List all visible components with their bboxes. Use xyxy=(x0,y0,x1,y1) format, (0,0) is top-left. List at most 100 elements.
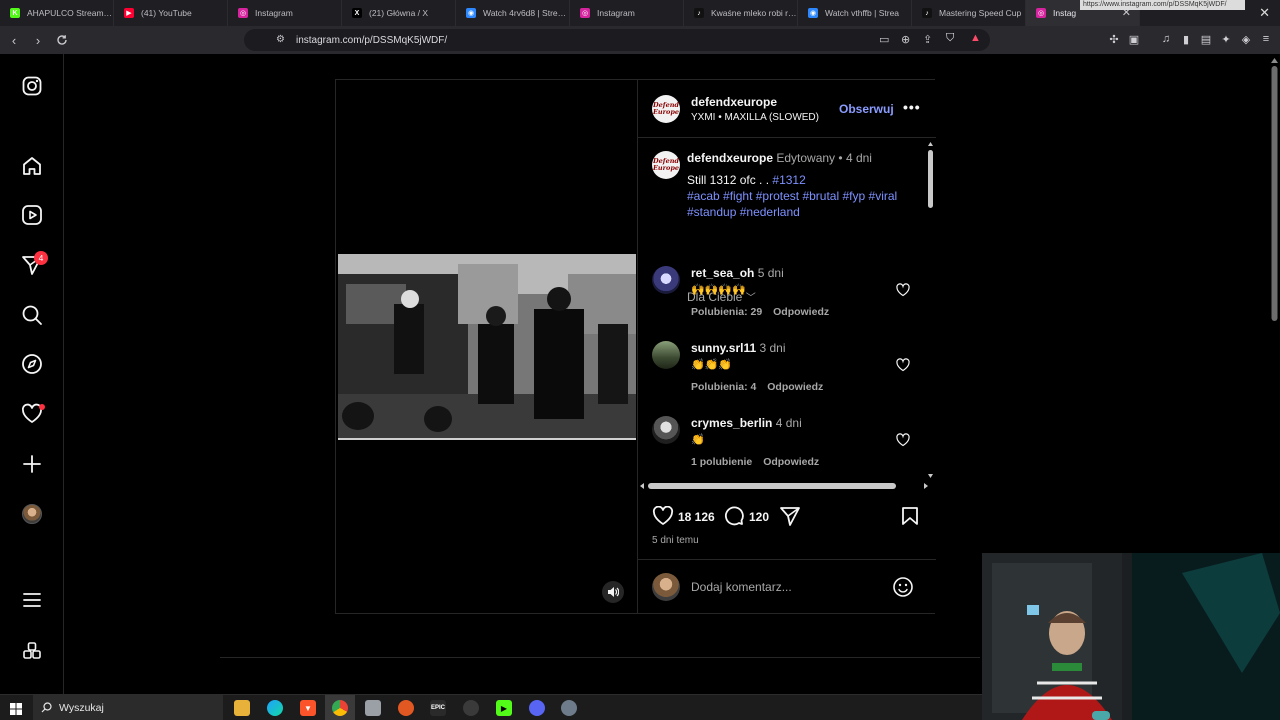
browser-tab[interactable]: ◉ Watch vthffb | Strea xyxy=(798,0,912,26)
windows-taskbar: Wyszukaj ▼ EPIC ▶ xyxy=(0,694,982,720)
comment-like-heart-icon[interactable] xyxy=(896,433,910,447)
sidebar-toggle-icon[interactable]: ▮ xyxy=(1179,32,1193,46)
explore-icon[interactable] xyxy=(20,352,44,376)
app-icon[interactable] xyxy=(561,700,577,716)
browser-tab[interactable]: ▶ (41) YouTube xyxy=(114,0,228,26)
forward-icon[interactable]: › xyxy=(28,30,48,50)
hashtag[interactable]: #acab xyxy=(687,189,720,203)
instagram-logo-icon[interactable] xyxy=(20,74,44,98)
like-heart-icon[interactable] xyxy=(652,506,674,526)
comment-likes[interactable]: Polubienia: 29 xyxy=(691,306,762,318)
current-user-avatar[interactable] xyxy=(652,573,680,601)
post-options-icon[interactable]: ••• xyxy=(903,99,921,115)
brave-icon[interactable]: ▼ xyxy=(300,700,316,716)
chrome-icon[interactable] xyxy=(332,700,348,716)
extension-icon[interactable]: ▣ xyxy=(1127,32,1141,46)
cast-icon[interactable]: ▭ xyxy=(879,33,889,46)
add-comment-input[interactable]: Dodaj komentarz... xyxy=(691,580,792,594)
hashtag[interactable]: #fight xyxy=(723,189,752,203)
edge-icon[interactable] xyxy=(267,700,283,716)
create-plus-icon[interactable] xyxy=(20,452,44,476)
shield-icon[interactable]: ⛉ xyxy=(946,32,954,45)
comments-vertical-scrollbar[interactable] xyxy=(927,140,934,480)
music-icon[interactable]: ♫ xyxy=(1159,32,1173,46)
hashtag[interactable]: #fyp xyxy=(843,189,866,203)
site-settings-icon[interactable]: ⚙ xyxy=(276,34,285,45)
commenter-avatar[interactable] xyxy=(652,416,680,444)
hashtag[interactable]: #protest xyxy=(756,189,799,203)
reply-button[interactable]: Odpowiedz xyxy=(763,456,819,468)
file-explorer-icon[interactable] xyxy=(234,700,250,716)
comment-username[interactable]: ret_sea_oh xyxy=(691,266,754,280)
hashtag[interactable]: #standup xyxy=(687,205,736,219)
emoji-icon[interactable] xyxy=(892,576,914,598)
address-bar[interactable]: ⚙ instagram.com/p/DSSMqK5jWDF/ ▭ ⊕ ⇪ ⛉ ▲ xyxy=(244,29,990,51)
comment-username[interactable]: sunny.srl11 xyxy=(691,341,756,355)
browser-tab[interactable]: ◎ Instagram xyxy=(228,0,342,26)
save-bookmark-icon[interactable] xyxy=(901,506,919,526)
window-close-button[interactable]: ✕ xyxy=(1259,5,1270,21)
audio-track-label[interactable]: YXMI • MAXILLA (SLOWED) xyxy=(691,112,819,123)
comments-list[interactable]: Defend Europe defendxeurope Edytowany • … xyxy=(638,138,936,478)
browser-tab[interactable]: ♪ Mastering Speed Cup xyxy=(912,0,1026,26)
comment-icon[interactable] xyxy=(724,506,744,526)
app-icon[interactable] xyxy=(463,700,479,716)
hashtag[interactable]: #viral xyxy=(869,189,898,203)
follow-button[interactable]: Obserwuj xyxy=(839,102,894,116)
profile-avatar[interactable] xyxy=(20,502,44,526)
page-divider xyxy=(220,657,980,658)
vpn-icon[interactable]: ◈ xyxy=(1239,32,1253,46)
home-icon[interactable] xyxy=(20,154,44,178)
also-from-meta-icon[interactable] xyxy=(20,639,44,663)
wallet-icon[interactable]: ▤ xyxy=(1199,32,1213,46)
reload-icon[interactable] xyxy=(52,30,72,50)
comment-likes[interactable]: 1 polubienie xyxy=(691,456,752,468)
taskbar-search[interactable]: Wyszukaj xyxy=(33,695,223,720)
comment-count[interactable]: 120 xyxy=(749,510,769,524)
author-username[interactable]: defendxeurope xyxy=(691,95,777,109)
mute-button[interactable] xyxy=(602,581,624,603)
browser-tab[interactable]: K AHAPULCO Stream - V xyxy=(0,0,114,26)
share-icon[interactable] xyxy=(779,506,801,526)
more-menu-icon[interactable] xyxy=(20,588,44,612)
menu-icon[interactable]: ≡ xyxy=(1259,32,1273,46)
browser-tab[interactable]: ◉ Watch 4rv6d8 | Stream xyxy=(456,0,570,26)
caption-avatar[interactable]: Defend Europe xyxy=(652,151,680,179)
comment-username[interactable]: crymes_berlin xyxy=(691,416,772,430)
browser-tab[interactable]: ◎ Instagram xyxy=(570,0,684,26)
leo-ai-icon[interactable]: ✦ xyxy=(1219,32,1233,46)
browser-tab[interactable]: ♪ Kwaśne mleko robi rob xyxy=(684,0,798,26)
browser-tab[interactable]: X (21) Główna / X xyxy=(342,0,456,26)
search-icon[interactable] xyxy=(20,303,44,327)
back-icon[interactable]: ‹ xyxy=(4,30,24,50)
video-player[interactable] xyxy=(336,80,636,613)
app-icon[interactable] xyxy=(365,700,381,716)
like-count[interactable]: 18 126 xyxy=(678,510,715,524)
reply-button[interactable]: Odpowiedz xyxy=(767,381,823,393)
caption-username[interactable]: defendxeurope xyxy=(687,151,773,165)
app-icon[interactable] xyxy=(398,700,414,716)
comment-text: 🙌🙌🙌🙌 xyxy=(691,284,746,296)
commenter-avatar[interactable] xyxy=(652,341,680,369)
tab-favicon-icon: ♪ xyxy=(694,8,704,18)
reels-icon[interactable] xyxy=(20,203,44,227)
discord-icon[interactable] xyxy=(529,700,545,716)
hashtag[interactable]: #1312 xyxy=(772,173,805,187)
hashtag[interactable]: #brutal xyxy=(802,189,839,203)
hashtag[interactable]: #nederland xyxy=(740,205,800,219)
author-avatar[interactable]: Defend Europe xyxy=(652,95,680,123)
rewards-icon[interactable]: ▲ xyxy=(970,32,981,44)
comments-horizontal-scrollbar[interactable] xyxy=(638,482,930,490)
epic-games-icon[interactable]: EPIC xyxy=(430,700,446,716)
commenter-avatar[interactable] xyxy=(652,266,680,294)
kick-icon[interactable]: ▶ xyxy=(496,700,512,716)
comment-likes[interactable]: Polubienia: 4 xyxy=(691,381,756,393)
share-icon[interactable]: ⇪ xyxy=(923,33,932,46)
start-button-icon[interactable] xyxy=(10,702,22,715)
comment-like-heart-icon[interactable] xyxy=(896,358,910,372)
zoom-icon[interactable]: ⊕ xyxy=(901,33,910,46)
extension-puzzle-icon[interactable]: ✣ xyxy=(1107,32,1121,46)
comment-like-heart-icon[interactable] xyxy=(896,283,910,297)
video-frame[interactable] xyxy=(338,254,636,440)
reply-button[interactable]: Odpowiedz xyxy=(773,306,829,318)
